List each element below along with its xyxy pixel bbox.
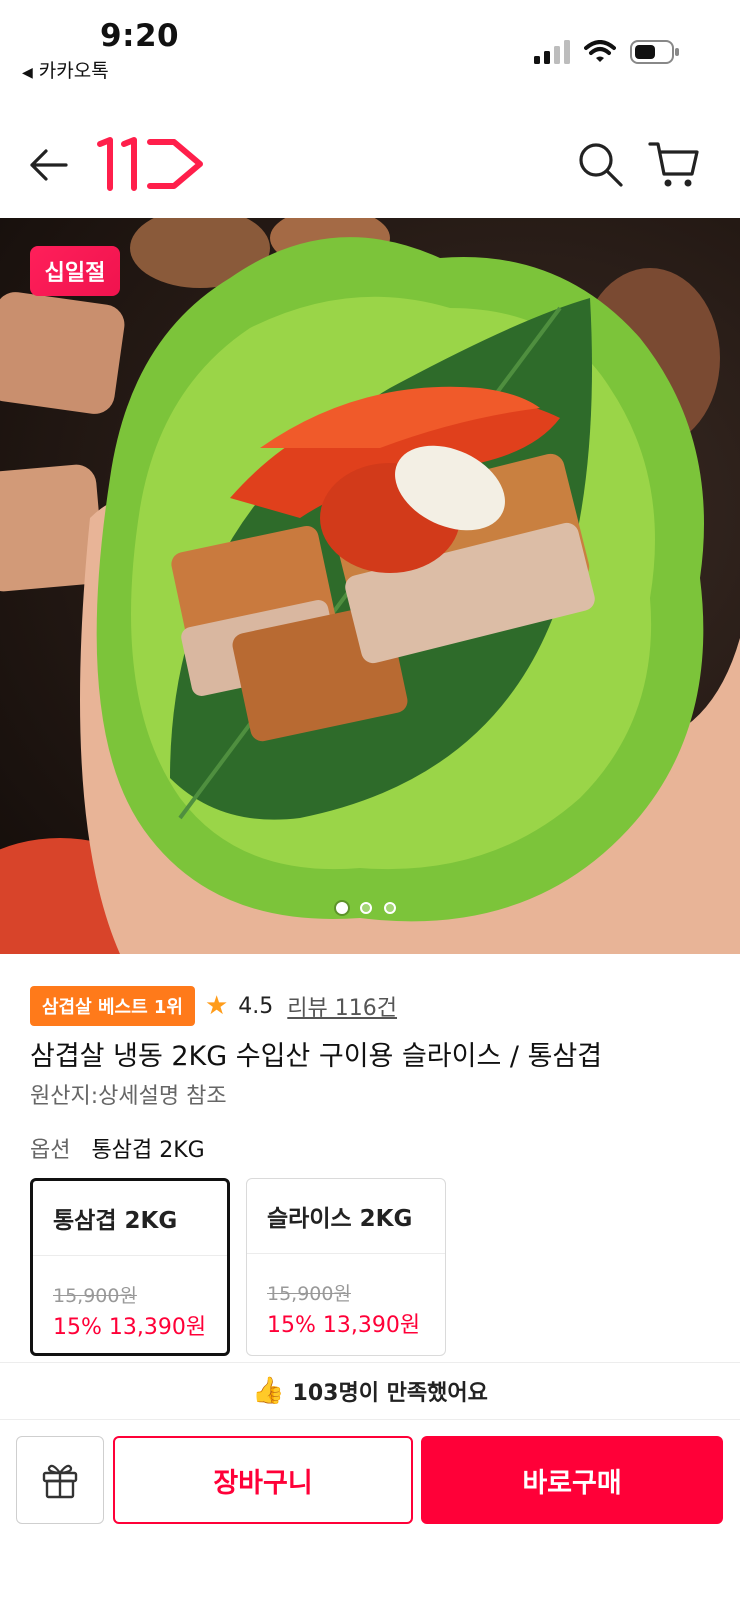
- top-nav: [0, 118, 740, 210]
- product-image[interactable]: 십일절: [0, 218, 740, 954]
- search-icon[interactable]: [576, 140, 624, 188]
- status-time: 9:20: [100, 18, 180, 54]
- status-bar: 9:20 ◀ 카카오톡: [0, 0, 740, 92]
- option-card-name: 슬라이스 2KG: [267, 1206, 413, 1232]
- bottom-action-bar: 장바구니 바로구매: [0, 1434, 740, 1530]
- origin-text: 원산지:상세설명 참조: [30, 1084, 227, 1109]
- back-to-app-link[interactable]: ◀ 카카오톡: [22, 56, 109, 83]
- option-selected-value: 통삼겹 2KG: [91, 1138, 205, 1163]
- carousel-dot-1[interactable]: [336, 902, 348, 914]
- gift-icon: [42, 1464, 78, 1499]
- option-card-whole[interactable]: 통삼겹 2KG 15,900원 15% 13,390원: [30, 1178, 230, 1356]
- gift-button[interactable]: [16, 1436, 104, 1524]
- carousel-dot-3[interactable]: [384, 902, 396, 914]
- product-title: 삼겹살 냉동 2KG 수입산 구이용 슬라이스 / 통삼겹: [30, 1041, 603, 1072]
- product-meta-row: 삼겹살 베스트 1위 ★ 4.5 리뷰 116건: [30, 986, 397, 1026]
- carousel-dot-2[interactable]: [360, 902, 372, 914]
- food-photo: [0, 218, 740, 954]
- option-row: 옵션 통삼겹 2KG: [30, 1132, 205, 1164]
- star-icon: ★: [204, 991, 229, 1021]
- back-triangle-icon: ◀: [22, 65, 33, 81]
- thumbs-up-icon: 👍: [252, 1376, 285, 1406]
- option-label: 옵션: [30, 1138, 71, 1163]
- 11st-logo[interactable]: [96, 136, 206, 192]
- option-card-slice[interactable]: 슬라이스 2KG 15,900원 15% 13,390원: [246, 1178, 446, 1356]
- carousel-dots: [336, 902, 396, 914]
- option-card-divider: [247, 1253, 445, 1254]
- status-icons: [534, 40, 680, 64]
- best-badge: 삼겹살 베스트 1위: [30, 986, 195, 1026]
- option-card-original-price: 15,900원: [267, 1283, 351, 1305]
- signal-icon: [534, 40, 570, 64]
- event-badge: 십일절: [30, 246, 120, 296]
- add-to-cart-button[interactable]: 장바구니: [113, 1436, 413, 1524]
- option-card-sale-price: 15% 13,390원: [53, 1315, 207, 1340]
- option-card-sale-price: 15% 13,390원: [267, 1313, 421, 1338]
- wifi-icon: [584, 40, 616, 62]
- back-app-label: 카카오톡: [38, 60, 109, 82]
- option-card-divider: [33, 1255, 227, 1256]
- battery-icon: [630, 40, 679, 64]
- satisfaction-text: 103명이 만족했어요: [292, 1381, 488, 1406]
- review-link[interactable]: 리뷰 116건: [287, 990, 397, 1022]
- satisfaction-bar: 👍 103명이 만족했어요: [0, 1362, 740, 1420]
- option-card-name: 통삼겹 2KG: [53, 1208, 178, 1234]
- buy-now-button[interactable]: 바로구매: [421, 1436, 723, 1524]
- back-arrow-icon[interactable]: [26, 142, 72, 188]
- cart-icon[interactable]: [648, 138, 700, 190]
- rating-value: 4.5: [238, 993, 274, 1019]
- option-card-original-price: 15,900원: [53, 1285, 137, 1307]
